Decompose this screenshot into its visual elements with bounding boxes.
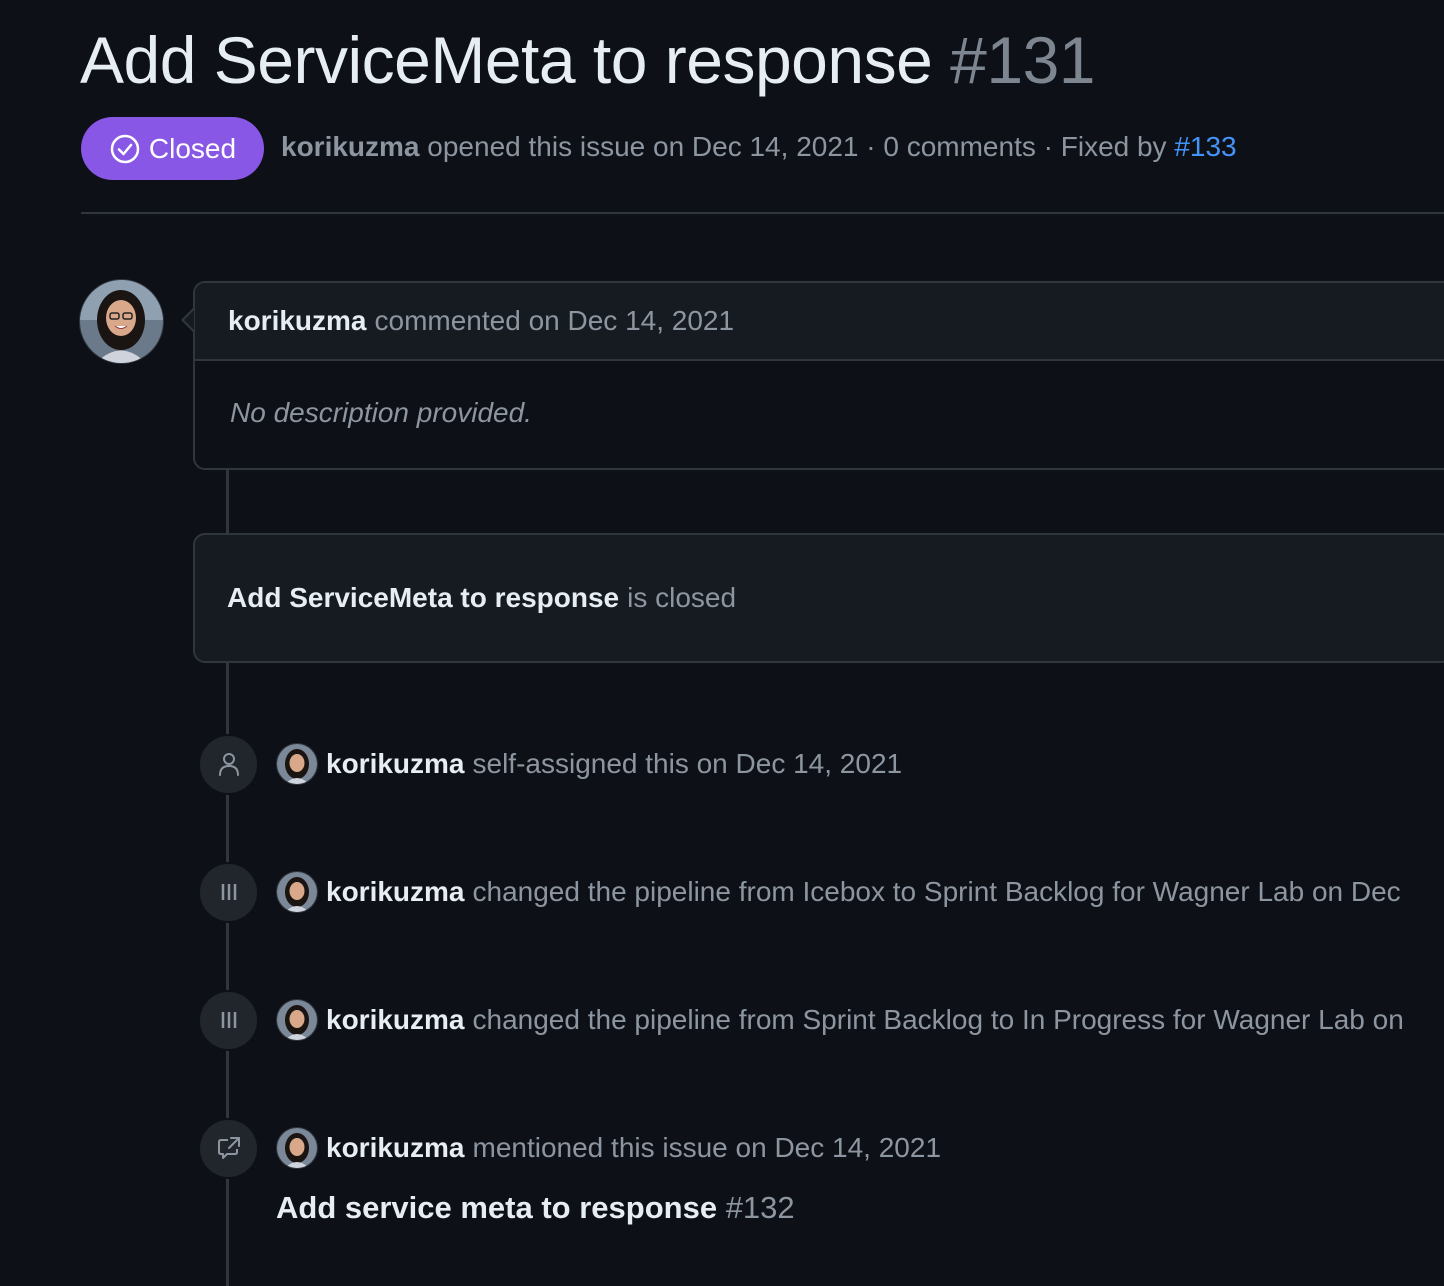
event-description: changed the pipeline from Sprint Backlog… bbox=[472, 1004, 1404, 1035]
closed-notice: Add ServiceMeta to response is closed bbox=[193, 533, 1444, 663]
closed-state-badge: Closed bbox=[81, 117, 264, 180]
timeline-event-assigned: korikuzma self-assigned this on Dec 14, 2… bbox=[198, 733, 902, 795]
referenced-issue-title[interactable]: Add service meta to response bbox=[276, 1190, 717, 1225]
issue-number: #131 bbox=[950, 23, 1095, 97]
comment-header: korikuzma commented on Dec 14, 2021 bbox=[195, 283, 1444, 361]
author-avatar[interactable] bbox=[79, 279, 164, 364]
issue-author-link[interactable]: korikuzma bbox=[281, 131, 420, 162]
avatar[interactable] bbox=[276, 1127, 318, 1169]
check-circle-icon bbox=[110, 134, 140, 163]
event-description: mentioned this issue on Dec 14, 2021 bbox=[472, 1132, 942, 1163]
comment-author-link[interactable]: korikuzma bbox=[228, 305, 367, 337]
referenced-issue-number: #132 bbox=[725, 1190, 795, 1225]
state-label: Closed bbox=[148, 132, 237, 164]
event-text: korikuzma self-assigned this on Dec 14, 2… bbox=[326, 748, 902, 780]
referenced-issue[interactable]: Add service meta to response #132 bbox=[276, 1190, 795, 1226]
event-text: korikuzma changed the pipeline from Sprin… bbox=[326, 1004, 1404, 1036]
avatar[interactable] bbox=[276, 999, 318, 1041]
issue-opened-text: opened this issue on Dec 14, 2021 · 0 co… bbox=[427, 131, 1167, 162]
pipeline-icon bbox=[221, 1012, 236, 1028]
issue-title-text: Add ServiceMeta to response bbox=[80, 23, 933, 97]
person-icon bbox=[218, 753, 239, 776]
comment-pointer-inner bbox=[184, 310, 194, 330]
issue-page: Add ServiceMeta to response #131 Closed … bbox=[0, 0, 1444, 1286]
timeline-event-pipeline: korikuzma changed the pipeline from Sprin… bbox=[198, 989, 1404, 1051]
issue-meta: korikuzma opened this issue on Dec 14, 2… bbox=[281, 131, 1237, 163]
cross-reference-icon bbox=[217, 1137, 240, 1159]
event-badge bbox=[198, 1117, 259, 1179]
event-text: korikuzma mentioned this issue on Dec 14,… bbox=[326, 1132, 941, 1164]
event-description: self-assigned this on Dec 14, 2021 bbox=[472, 748, 903, 779]
event-badge bbox=[198, 733, 259, 795]
fixed-by-link[interactable]: #133 bbox=[1174, 131, 1236, 162]
event-author-link[interactable]: korikuzma bbox=[326, 1004, 465, 1035]
event-text: korikuzma changed the pipeline from Icebo… bbox=[326, 876, 1401, 908]
timeline-event-mentioned: korikuzma mentioned this issue on Dec 14,… bbox=[198, 1117, 941, 1179]
comment-body: No description provided. bbox=[230, 397, 532, 428]
pipeline-icon bbox=[221, 884, 236, 900]
event-author-link[interactable]: korikuzma bbox=[326, 748, 465, 779]
closed-notice-suffix: is closed bbox=[627, 582, 737, 613]
avatar[interactable] bbox=[276, 871, 318, 913]
issue-title: Add ServiceMeta to response #131 bbox=[80, 22, 1095, 98]
event-author-link[interactable]: korikuzma bbox=[326, 1132, 465, 1163]
closed-notice-title: Add ServiceMeta to response bbox=[227, 582, 620, 613]
event-badge bbox=[198, 989, 259, 1051]
timeline-event-pipeline: korikuzma changed the pipeline from Icebo… bbox=[198, 861, 1401, 923]
header-divider bbox=[81, 212, 1444, 214]
event-description: changed the pipeline from Icebox to Spri… bbox=[472, 876, 1401, 907]
comment-action[interactable]: commented on Dec 14, 2021 bbox=[375, 305, 735, 337]
avatar[interactable] bbox=[276, 743, 318, 785]
event-author-link[interactable]: korikuzma bbox=[326, 876, 465, 907]
event-badge bbox=[198, 861, 259, 923]
issue-comment: korikuzma commented on Dec 14, 2021 No d… bbox=[193, 281, 1444, 470]
